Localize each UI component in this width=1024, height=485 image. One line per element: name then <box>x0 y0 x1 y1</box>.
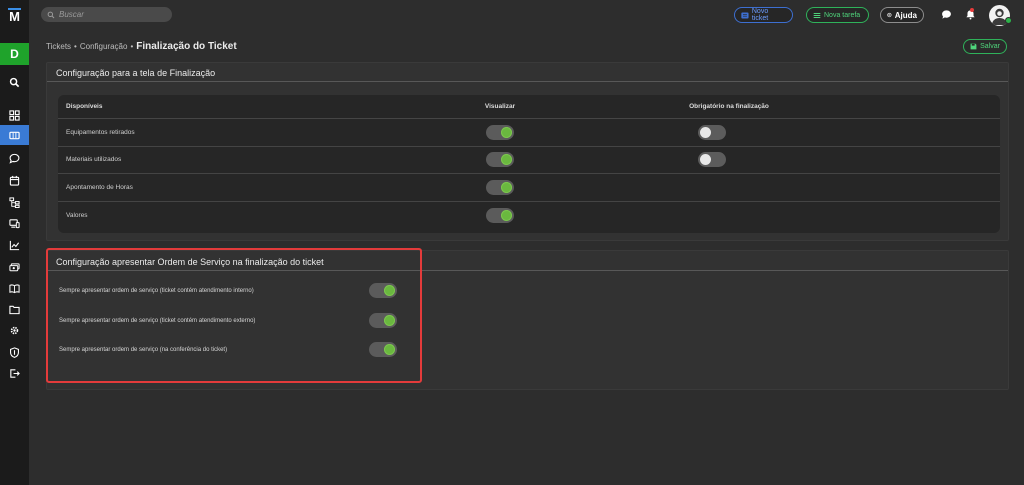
breadcrumb-configuracao[interactable]: Configuração <box>80 42 128 51</box>
ticket-icon[interactable] <box>0 125 29 145</box>
breadcrumb-tickets[interactable]: Tickets <box>46 42 71 51</box>
table-row: Materiais utilizados <box>58 147 1000 174</box>
service-order-option-label: Sempre apresentar ordem de serviço (tick… <box>59 288 254 294</box>
page-title: Finalização do Ticket <box>136 41 237 52</box>
service-order-option-label: Sempre apresentar ordem de serviço (tick… <box>59 318 256 324</box>
book-icon[interactable] <box>0 279 29 297</box>
save-button[interactable]: Salvar <box>963 39 1007 54</box>
shield-icon[interactable] <box>0 343 29 361</box>
new-ticket-button[interactable]: Novo ticket <box>734 7 793 23</box>
app-logo[interactable]: M <box>7 8 22 24</box>
dashboard-icon[interactable] <box>0 106 29 124</box>
save-icon <box>970 43 977 50</box>
view-toggle[interactable] <box>486 207 514 223</box>
table-row: Equipamentos retirados <box>58 119 1000 147</box>
workspace-badge[interactable]: D <box>0 43 29 65</box>
required-toggle[interactable] <box>698 124 726 140</box>
chat-icon[interactable] <box>941 9 952 20</box>
sidebar-search-icon[interactable] <box>0 73 29 91</box>
required-toggle[interactable] <box>698 152 726 168</box>
service-order-option-label: Sempre apresentar ordem de serviço (na c… <box>59 347 228 353</box>
breadcrumb-separator: • <box>74 42 77 51</box>
search-box[interactable] <box>41 7 172 22</box>
help-label: Ajuda <box>894 10 917 20</box>
new-ticket-label: Novo ticket <box>751 8 769 22</box>
devices-icon[interactable] <box>0 214 29 232</box>
view-toggle[interactable] <box>486 124 514 140</box>
exit-icon[interactable] <box>0 364 29 382</box>
new-task-button[interactable]: Nova tarefa <box>806 7 869 23</box>
search-icon <box>47 11 55 18</box>
view-toggle[interactable] <box>486 152 514 168</box>
table-row: Apontamento de Horas <box>58 174 1000 202</box>
hierarchy-icon[interactable] <box>0 193 29 211</box>
ticket-icon <box>741 12 749 18</box>
chart-icon[interactable] <box>0 236 29 254</box>
folder-icon[interactable] <box>0 300 29 318</box>
service-order-conference-toggle[interactable] <box>369 342 397 357</box>
money-icon[interactable] <box>0 258 29 276</box>
help-button[interactable]: Ajuda <box>880 7 924 23</box>
notification-dot <box>970 8 974 12</box>
finalization-screen-panel: Configuração para a tela de Finalização … <box>46 62 1009 241</box>
save-label: Salvar <box>980 43 1000 50</box>
online-status <box>1005 17 1012 24</box>
table-row: Valores <box>58 202 1000 230</box>
breadcrumb-separator: • <box>130 42 134 51</box>
header-view: Visualizar <box>484 103 516 110</box>
row-label: Equipamentos retirados <box>66 128 135 136</box>
header-available: Disponíveis <box>66 103 103 110</box>
help-icon <box>887 12 892 18</box>
panel-title: Configuração para a tela de Finalização <box>47 63 1008 82</box>
row-label: Valores <box>66 211 88 219</box>
new-task-label: Nova tarefa <box>824 11 861 19</box>
chat-icon[interactable] <box>0 149 29 167</box>
calendar-icon[interactable] <box>0 171 29 189</box>
panel-title: Configuração apresentar Ordem de Serviço… <box>47 251 1008 271</box>
list-icon <box>813 12 821 18</box>
service-order-external-toggle[interactable] <box>369 313 397 328</box>
service-order-internal-toggle[interactable] <box>369 283 397 298</box>
gear-icon[interactable] <box>0 321 29 339</box>
search-input[interactable] <box>59 10 169 19</box>
row-label: Materiais utilizados <box>66 156 122 164</box>
service-order-panel: Configuração apresentar Ordem de Serviço… <box>46 250 1009 390</box>
sidebar: M D <box>0 0 29 485</box>
view-toggle[interactable] <box>486 179 514 195</box>
table-header: Disponíveis Visualizar Obrigatório na fi… <box>58 95 1000 119</box>
fields-table: Disponíveis Visualizar Obrigatório na fi… <box>58 95 1000 233</box>
row-label: Apontamento de Horas <box>66 183 133 191</box>
header-required: Obrigatório na finalização <box>689 103 769 110</box>
breadcrumb: Tickets • Configuração • Finalização do … <box>46 41 237 52</box>
